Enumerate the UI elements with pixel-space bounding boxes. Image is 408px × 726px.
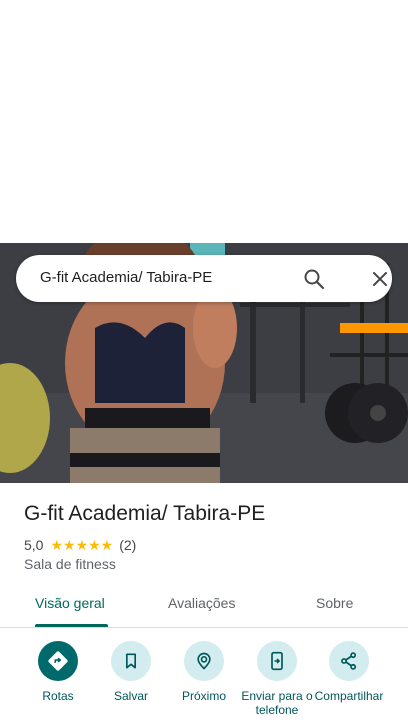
active-tab-indicator	[35, 624, 108, 627]
tab-about[interactable]: Sobre	[316, 595, 353, 611]
save-label: Salvar	[113, 689, 148, 703]
rating-stars: ★★★★★	[50, 536, 114, 553]
map-blank-area	[0, 0, 408, 243]
tab-bar: Visão geral Avaliações Sobre	[0, 585, 408, 628]
send-to-phone-icon	[257, 641, 297, 681]
rating-row[interactable]: 5,0 ★★★★★ (2)	[24, 536, 136, 554]
place-category: Sala de fitness	[24, 556, 116, 572]
share-icon	[329, 641, 369, 681]
review-count[interactable]: (2)	[119, 537, 136, 553]
nearby-button[interactable]: Próximo	[164, 641, 244, 703]
search-query[interactable]: G-fit Academia/ Tabira-PE	[40, 269, 212, 286]
close-icon[interactable]	[368, 267, 392, 291]
send-to-phone-label: Enviar para o telefone	[241, 689, 313, 717]
tab-overview[interactable]: Visão geral	[35, 595, 105, 611]
search-icon[interactable]	[302, 267, 326, 291]
share-button[interactable]: Compartilhar	[309, 641, 389, 703]
share-label: Compartilhar	[314, 689, 384, 703]
directions-label: Rotas	[42, 689, 74, 703]
save-button[interactable]: Salvar	[91, 641, 171, 703]
rating-value: 5,0	[24, 537, 44, 553]
nearby-label: Próximo	[181, 689, 226, 703]
bookmark-icon	[111, 641, 151, 681]
directions-button[interactable]: Rotas	[18, 641, 98, 703]
directions-icon	[38, 641, 78, 681]
send-to-phone-button[interactable]: Enviar para o telefone	[237, 641, 317, 717]
tab-reviews[interactable]: Avaliações	[168, 595, 235, 611]
place-title: G-fit Academia/ Tabira-PE	[24, 502, 266, 525]
nearby-icon	[184, 641, 224, 681]
search-bar[interactable]: G-fit Academia/ Tabira-PE	[16, 255, 392, 302]
